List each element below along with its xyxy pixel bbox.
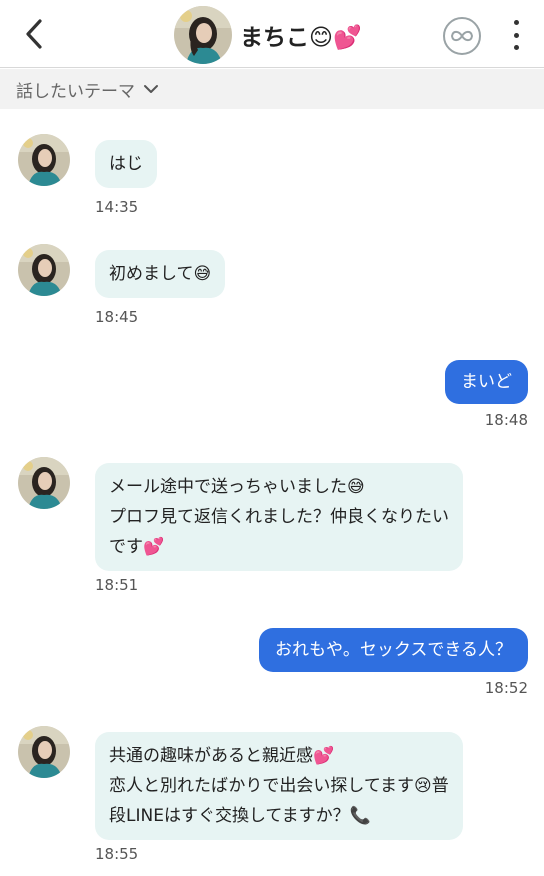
chevron-down-icon bbox=[143, 84, 159, 94]
message-bubble-outgoing[interactable]: まいど bbox=[445, 360, 528, 404]
sender-avatar[interactable] bbox=[18, 457, 70, 509]
message-text: 恋人と別れたばかりで出会い探してます😢普 bbox=[109, 776, 449, 796]
message-time: 18:48 bbox=[484, 411, 528, 429]
message-bubble-incoming[interactable]: メール途中で送っちゃいました😅 プロフ見て返信くれました？仲良くなりたい です💕 bbox=[95, 463, 463, 571]
sender-avatar[interactable] bbox=[18, 726, 70, 778]
message-text: 共通の趣味があると親近感💕 bbox=[109, 746, 335, 766]
message-bubble-outgoing[interactable]: おれもや。セックスできる人？ bbox=[259, 628, 528, 672]
message-time: 14:35 bbox=[95, 198, 139, 216]
contact-name: まちこ😊💕 bbox=[240, 25, 362, 51]
message-time: 18:51 bbox=[95, 576, 139, 594]
message-bubble-incoming[interactable]: 初めまして😅 bbox=[95, 250, 226, 298]
message-text: 段LINEはすぐ交換してますか？📞 bbox=[109, 806, 371, 826]
message-text: まいど bbox=[461, 372, 512, 392]
infinity-icon bbox=[450, 30, 474, 42]
more-dot bbox=[513, 45, 519, 50]
more-dot bbox=[513, 20, 519, 25]
more-menu-button[interactable] bbox=[506, 20, 526, 50]
message-text: プロフ見て返信くれました？仲良くなりたい bbox=[109, 507, 449, 527]
chevron-left-icon bbox=[26, 19, 42, 49]
message-text: です💕 bbox=[109, 537, 165, 557]
sender-avatar[interactable] bbox=[18, 244, 70, 296]
more-dot bbox=[513, 32, 519, 38]
message-text: メール途中で送っちゃいました😅 bbox=[109, 477, 365, 497]
topic-label: 話したいテーマ bbox=[16, 81, 135, 102]
message-text: おれもや。セックスできる人？ bbox=[275, 640, 512, 660]
message-text: 初めまして😅 bbox=[109, 264, 212, 284]
contact-avatar[interactable] bbox=[174, 6, 232, 64]
chat-header: まちこ😊💕 bbox=[0, 0, 544, 68]
message-bubble-incoming[interactable]: 共通の趣味があると親近感💕 恋人と別れたばかりで出会い探してます😢普 段LINE… bbox=[95, 732, 463, 840]
message-text: はじ bbox=[109, 154, 143, 174]
infinity-button[interactable] bbox=[443, 17, 481, 55]
contact-info[interactable]: まちこ😊💕 bbox=[174, 6, 362, 64]
topic-selector[interactable]: 話したいテーマ bbox=[0, 69, 544, 109]
message-time: 18:52 bbox=[484, 679, 528, 697]
message-time: 18:55 bbox=[95, 845, 139, 863]
message-bubble-incoming[interactable]: はじ bbox=[95, 140, 157, 188]
sender-avatar[interactable] bbox=[18, 134, 70, 186]
message-time: 18:45 bbox=[95, 308, 139, 326]
back-button[interactable] bbox=[18, 16, 50, 52]
